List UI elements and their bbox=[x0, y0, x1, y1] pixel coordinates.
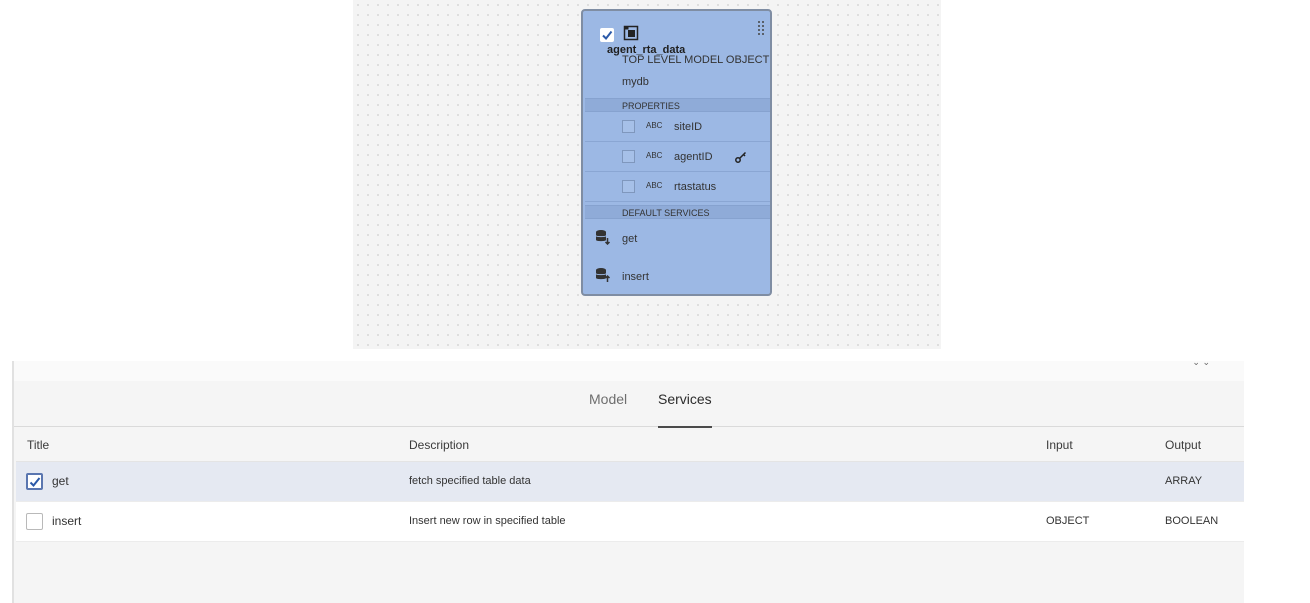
panel-topbar: ⌄ ⌄ bbox=[14, 357, 1244, 381]
service-row-insert[interactable]: insert bbox=[585, 259, 770, 295]
model-type-label: TOP LEVEL MODEL OBJECT bbox=[622, 54, 770, 66]
row-title: get bbox=[52, 474, 69, 488]
property-row[interactable]: ABC rtastatus bbox=[585, 172, 770, 202]
collapse-chevron-icon[interactable]: ⌄ ⌄ bbox=[1192, 357, 1210, 368]
model-canvas[interactable]: agent_rta_data TOP LEVEL MODEL OBJECT my… bbox=[353, 0, 941, 349]
property-name: siteID bbox=[674, 121, 703, 133]
property-name: agentID bbox=[674, 151, 713, 163]
database-upload-icon bbox=[595, 267, 611, 288]
database-download-icon bbox=[595, 229, 611, 250]
service-row-get[interactable]: get bbox=[585, 221, 770, 257]
property-type: ABC bbox=[646, 151, 663, 160]
service-name: get bbox=[622, 233, 638, 245]
tab-services[interactable]: Services bbox=[658, 390, 712, 428]
row-output: BOOLEAN bbox=[1165, 515, 1219, 527]
row-output: ARRAY bbox=[1165, 475, 1203, 487]
default-services-header: DEFAULT SERVICES bbox=[585, 205, 770, 219]
row-input: OBJECT bbox=[1046, 515, 1090, 527]
table-row[interactable]: insert Insert new row in specified table… bbox=[16, 502, 1244, 542]
property-checkbox[interactable] bbox=[622, 180, 635, 193]
row-checkbox[interactable] bbox=[26, 473, 43, 490]
properties-header: PROPERTIES bbox=[585, 98, 770, 112]
property-type: ABC bbox=[646, 121, 663, 130]
drag-handle-icon[interactable] bbox=[758, 21, 764, 42]
row-checkbox[interactable] bbox=[26, 513, 43, 530]
column-header-description[interactable]: Description bbox=[409, 438, 469, 452]
model-select-checkbox[interactable] bbox=[600, 28, 614, 42]
model-database: mydb bbox=[622, 76, 649, 88]
tab-model[interactable]: Model bbox=[589, 390, 627, 426]
property-row[interactable]: ABC siteID bbox=[585, 112, 770, 142]
key-icon bbox=[735, 150, 747, 168]
row-description: Insert new row in specified table bbox=[409, 515, 566, 527]
property-name: rtastatus bbox=[674, 181, 717, 193]
table-header: Title Description Input Output bbox=[16, 427, 1244, 462]
property-type: ABC bbox=[646, 181, 663, 190]
property-checkbox[interactable] bbox=[622, 150, 635, 163]
row-title: insert bbox=[52, 514, 82, 528]
check-icon bbox=[602, 30, 613, 41]
model-object-icon bbox=[623, 25, 639, 46]
row-description: fetch specified table data bbox=[409, 475, 531, 487]
column-header-title[interactable]: Title bbox=[27, 438, 49, 452]
service-name: insert bbox=[622, 271, 649, 283]
model-card[interactable]: agent_rta_data TOP LEVEL MODEL OBJECT my… bbox=[581, 9, 772, 296]
details-panel: ⌄ ⌄ Model Services Title Description Inp… bbox=[12, 357, 1244, 603]
column-header-output[interactable]: Output bbox=[1165, 438, 1201, 452]
panel-tabs: Model Services bbox=[14, 381, 1244, 428]
check-icon bbox=[29, 477, 41, 487]
property-row[interactable]: ABC agentID bbox=[585, 142, 770, 172]
table-row[interactable]: get fetch specified table data ARRAY bbox=[16, 462, 1244, 502]
column-header-input[interactable]: Input bbox=[1046, 438, 1073, 452]
property-checkbox[interactable] bbox=[622, 120, 635, 133]
